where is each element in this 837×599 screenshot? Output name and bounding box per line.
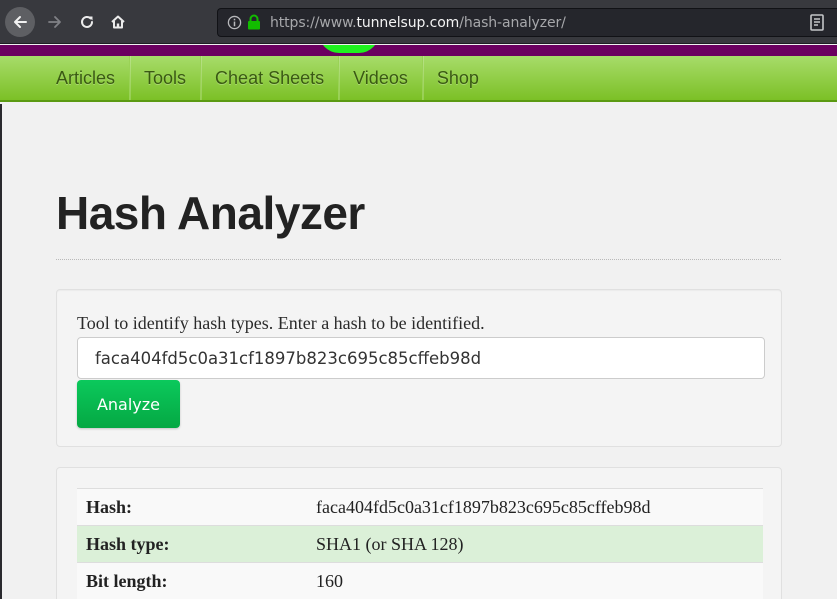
hash-form: Tool to identify hash types. Enter a has… xyxy=(56,289,782,447)
window-edge xyxy=(0,104,2,599)
site-top-bar xyxy=(0,45,837,56)
lock-icon[interactable] xyxy=(247,14,261,30)
nav-item-tools[interactable]: Tools xyxy=(129,56,200,100)
forward-arrow-icon xyxy=(48,16,61,28)
results-table: Hash: faca404fd5c0a31cf1897b823c695c85cf… xyxy=(77,488,763,599)
browser-toolbar: https://www.tunnelsup.com/hash-analyzer/ xyxy=(0,0,837,44)
address-bar[interactable]: https://www.tunnelsup.com/hash-analyzer/ xyxy=(217,8,837,37)
table-row: Hash: faca404fd5c0a31cf1897b823c695c85cf… xyxy=(77,488,763,526)
forward-button[interactable] xyxy=(40,7,70,37)
nav-item-articles[interactable]: Articles xyxy=(42,56,129,100)
table-row: Bit length: 160 xyxy=(77,562,763,599)
reload-button[interactable] xyxy=(72,7,102,37)
url-text[interactable]: https://www.tunnelsup.com/hash-analyzer/ xyxy=(270,15,566,31)
home-button[interactable] xyxy=(103,7,133,37)
url-scheme: https://www. xyxy=(270,15,357,31)
url-host: tunnelsup.com xyxy=(356,15,460,31)
result-value: SHA1 (or SHA 128) xyxy=(316,533,464,554)
main-nav: Articles Tools Cheat Sheets Videos Shop xyxy=(0,56,837,102)
table-row: Hash type: SHA1 (or SHA 128) xyxy=(77,525,763,563)
title-divider xyxy=(56,259,781,260)
info-icon[interactable] xyxy=(227,15,242,30)
analyze-button[interactable]: Analyze xyxy=(77,380,180,428)
result-value: 160 xyxy=(316,570,343,591)
form-label: Tool to identify hash types. Enter a has… xyxy=(77,313,485,333)
result-key: Bit length: xyxy=(86,570,168,591)
nav-item-videos[interactable]: Videos xyxy=(338,56,422,100)
results-panel: Hash: faca404fd5c0a31cf1897b823c695c85cf… xyxy=(56,467,782,599)
nav-item-shop[interactable]: Shop xyxy=(421,56,493,100)
hash-input[interactable] xyxy=(77,337,765,379)
home-icon xyxy=(111,15,125,29)
reload-icon xyxy=(81,15,93,28)
result-key: Hash type: xyxy=(86,533,170,554)
nav-item-cheat-sheets[interactable]: Cheat Sheets xyxy=(200,56,338,100)
back-button[interactable] xyxy=(5,7,35,37)
url-path: /hash-analyzer/ xyxy=(459,15,566,31)
result-key: Hash: xyxy=(86,496,133,517)
site-logo[interactable] xyxy=(319,45,379,53)
result-value: faca404fd5c0a31cf1897b823c695c85cffeb98d xyxy=(316,496,651,517)
back-arrow-icon xyxy=(14,16,27,28)
page-title: Hash Analyzer xyxy=(56,187,365,239)
reader-view-icon[interactable] xyxy=(810,14,824,31)
